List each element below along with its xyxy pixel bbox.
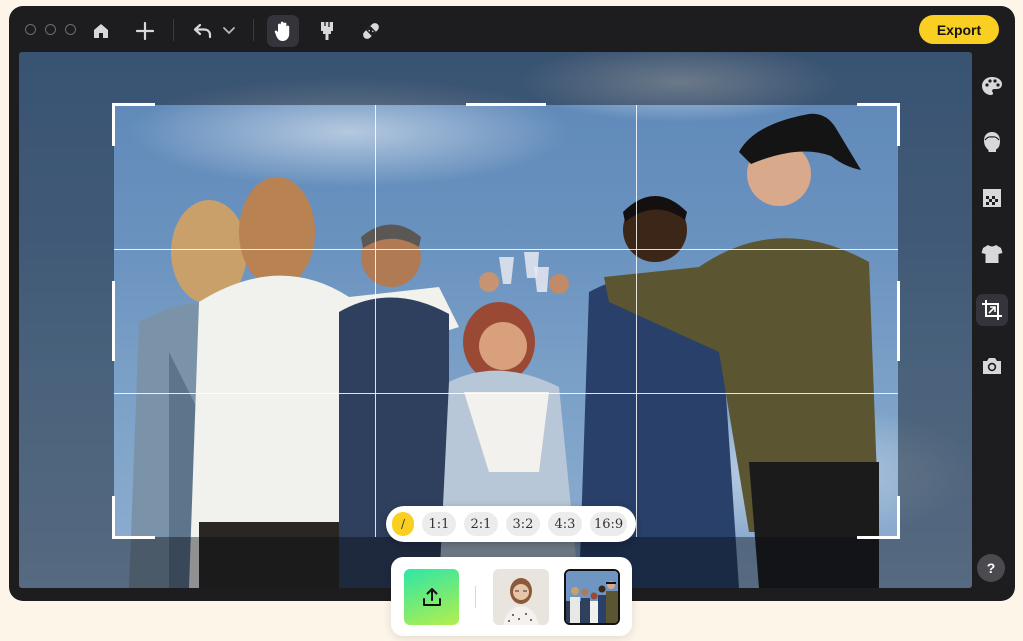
tshirt-icon[interactable] bbox=[976, 238, 1008, 270]
transparency-icon[interactable] bbox=[976, 182, 1008, 214]
help-button[interactable]: ? bbox=[977, 554, 1005, 582]
upload-button[interactable] bbox=[404, 569, 459, 625]
toolbar-divider bbox=[173, 19, 174, 41]
toolbar-divider bbox=[253, 19, 254, 41]
ratio-option-1-1[interactable]: 1:1 bbox=[422, 512, 456, 536]
ratio-option-16-9[interactable]: 16:9 bbox=[590, 512, 628, 536]
crop-grid-line bbox=[636, 105, 637, 537]
chevron-down-icon[interactable] bbox=[215, 15, 243, 47]
window-maximize-button[interactable] bbox=[65, 24, 76, 35]
crop-grid-line bbox=[114, 393, 898, 394]
crop-handle-right[interactable] bbox=[897, 281, 900, 361]
crop-mask-right bbox=[898, 105, 972, 537]
bandage-icon[interactable] bbox=[355, 15, 387, 47]
aspect-ratio-selector: / 1:1 2:1 3:2 4:3 16:9 bbox=[386, 506, 636, 542]
image-tray bbox=[391, 557, 632, 636]
window-close-button[interactable] bbox=[25, 24, 36, 35]
plus-icon[interactable] bbox=[129, 15, 161, 47]
crop-mask-left bbox=[19, 105, 114, 537]
ratio-option-4-3[interactable]: 4:3 bbox=[548, 512, 582, 536]
export-button[interactable]: Export bbox=[919, 15, 999, 44]
crop-handle-top-left[interactable] bbox=[112, 103, 155, 146]
camera-icon[interactable] bbox=[976, 350, 1008, 382]
crop-handle-bottom-left[interactable] bbox=[112, 496, 155, 539]
crop-frame[interactable] bbox=[112, 103, 900, 539]
crop-grid-line bbox=[114, 249, 898, 250]
crop-handle-left[interactable] bbox=[112, 281, 115, 361]
upload-icon bbox=[422, 588, 441, 606]
portrait-thumbnail[interactable] bbox=[493, 569, 549, 625]
group-photo-thumbnail[interactable] bbox=[564, 569, 620, 625]
ratio-option-2-1[interactable]: 2:1 bbox=[464, 512, 498, 536]
crop-mask-top bbox=[19, 52, 972, 105]
crop-handle-top-right[interactable] bbox=[857, 103, 900, 146]
crop-icon[interactable] bbox=[976, 294, 1008, 326]
palette-icon[interactable] bbox=[976, 70, 1008, 102]
ratio-option-3-2[interactable]: 3:2 bbox=[506, 512, 540, 536]
crop-handle-bottom-right[interactable] bbox=[857, 496, 900, 539]
crop-grid-line bbox=[375, 105, 376, 537]
top-toolbar: Export bbox=[9, 6, 1015, 52]
paint-brush-icon[interactable] bbox=[311, 15, 343, 47]
hand-tool-icon[interactable] bbox=[267, 15, 299, 47]
home-icon[interactable] bbox=[85, 15, 117, 47]
ratio-option-free[interactable]: / bbox=[392, 512, 414, 536]
window-minimize-button[interactable] bbox=[45, 24, 56, 35]
face-icon[interactable] bbox=[976, 126, 1008, 158]
crop-handle-top[interactable] bbox=[466, 103, 546, 106]
tray-divider bbox=[475, 586, 476, 608]
